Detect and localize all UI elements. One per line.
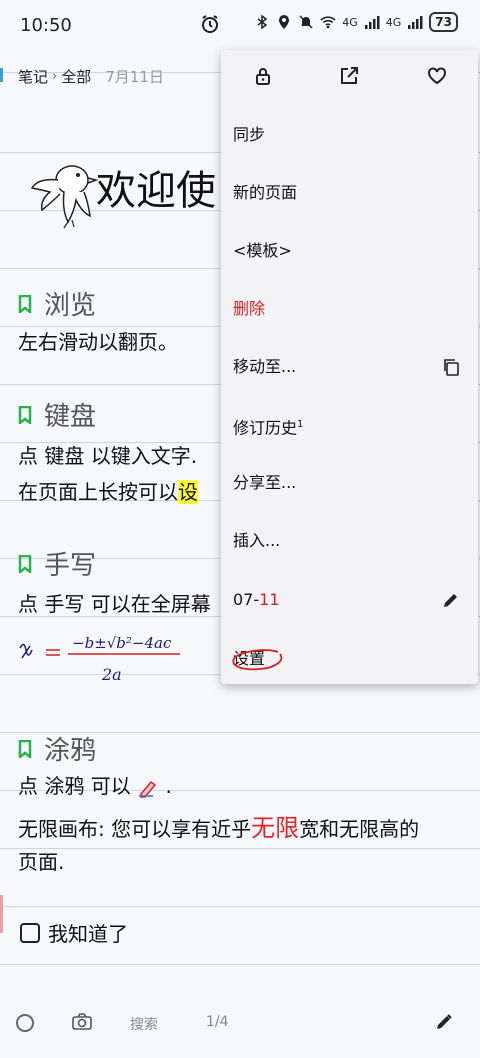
bird-doodle-icon <box>30 165 99 229</box>
checkbox-row[interactable]: 我知道了 <box>20 918 128 947</box>
page-edge-marker-2 <box>0 895 3 933</box>
menu-item-sync[interactable]: 同步 <box>233 120 468 150</box>
breadcrumb: 笔记 › 全部 7月11日 <box>18 66 164 87</box>
circle-select-icon[interactable] <box>16 1014 34 1032</box>
network-type-2: 4G <box>385 15 402 29</box>
section-text: 在页面上长按可以设 <box>18 480 198 504</box>
alarm-icon <box>202 15 218 33</box>
status-icons: 4G 4G 73 <box>254 12 458 32</box>
menu-item-rename-date[interactable]: 07-11 <box>233 585 468 615</box>
svg-text:2a: 2a <box>101 665 122 684</box>
location-icon <box>279 15 290 29</box>
section-text: 页面. <box>18 850 65 874</box>
bookmark-icon <box>18 405 32 424</box>
menu-item-move-to[interactable]: 移动至... <box>233 352 468 382</box>
section-text: 左右滑动以翻页。 <box>18 330 178 354</box>
red-circle-annotation <box>232 649 283 671</box>
breadcrumb-folder[interactable]: 全部 <box>61 66 91 87</box>
section-text: 点 手写 可以在全屏幕 <box>18 592 211 616</box>
section-text: 点 键盘 以键入文字. <box>18 444 198 468</box>
bookmark-icon <box>18 554 32 573</box>
copy-icon[interactable] <box>442 358 460 376</box>
menu-item-new-page[interactable]: 新的页面 <box>233 178 468 208</box>
page-indicator[interactable]: 1/4 <box>206 1014 229 1030</box>
signal-icon <box>364 16 380 29</box>
bookmark-icon <box>18 739 32 758</box>
section-title-handwriting: 手写 <box>18 545 96 582</box>
red-emphasis-text: 无限 <box>251 814 300 842</box>
svg-text:−b±√b²−4ac: −b±√b²−4ac <box>72 634 172 652</box>
section-text: 点 涂鸦 可以 . <box>18 774 172 798</box>
menu-item-revision-history[interactable]: 修订历史1 <box>233 410 468 440</box>
navigation-bar <box>0 1046 480 1058</box>
menu-item-delete[interactable]: 删除 <box>233 294 468 324</box>
bookmark-icon <box>18 294 32 313</box>
network-type-1: 4G <box>342 15 358 29</box>
lock-icon[interactable] <box>253 66 273 86</box>
pencil-edit-icon[interactable] <box>442 591 460 609</box>
signal-icon-2 <box>408 16 423 29</box>
search-button[interactable]: 搜索 <box>130 1014 158 1034</box>
breadcrumb-separator: › <box>52 69 58 84</box>
breadcrumb-root[interactable]: 笔记 <box>18 66 48 87</box>
menu-item-share[interactable]: 分享至... <box>233 468 468 498</box>
handwritten-formula: −b±√b²−4ac 2a <box>19 634 180 684</box>
open-external-icon[interactable] <box>339 66 359 86</box>
menu-item-template[interactable]: <模板> <box>233 236 468 266</box>
note-title: 欢迎使 <box>96 168 216 214</box>
checkbox-label: 我知道了 <box>48 922 128 946</box>
page-edge-marker <box>0 68 3 82</box>
menu-item-insert[interactable]: 插入... <box>233 526 468 556</box>
status-bar: 10:50 4G 4G 73 <box>0 0 480 50</box>
section-title-doodle: 涂鸦 <box>18 730 96 767</box>
mute-icon <box>299 15 313 29</box>
overflow-menu: 同步 新的页面 <模板> 删除 移动至... 修订历史1 分享至... 插入..… <box>221 50 478 684</box>
heart-icon[interactable] <box>427 66 447 86</box>
bottom-toolbar: 搜索 1/4 <box>0 1000 480 1046</box>
bluetooth-icon <box>257 14 268 30</box>
wifi-icon <box>320 16 336 29</box>
camera-icon[interactable] <box>72 1013 92 1031</box>
checkbox[interactable] <box>20 922 40 943</box>
section-text: 无限画布: 您可以享有近乎无限宽和无限高的 <box>18 814 420 842</box>
note-date: 7月11日 <box>105 68 164 86</box>
menu-top-actions <box>221 50 478 104</box>
highlighted-text: 设 <box>178 480 198 504</box>
section-title-browse: 浏览 <box>18 285 96 322</box>
doodle-pen-icon <box>139 780 157 798</box>
section-title-keyboard: 键盘 <box>18 396 96 433</box>
status-time: 10:50 <box>20 14 72 36</box>
battery-indicator: 73 <box>429 12 458 32</box>
pen-icon[interactable] <box>434 1012 454 1032</box>
